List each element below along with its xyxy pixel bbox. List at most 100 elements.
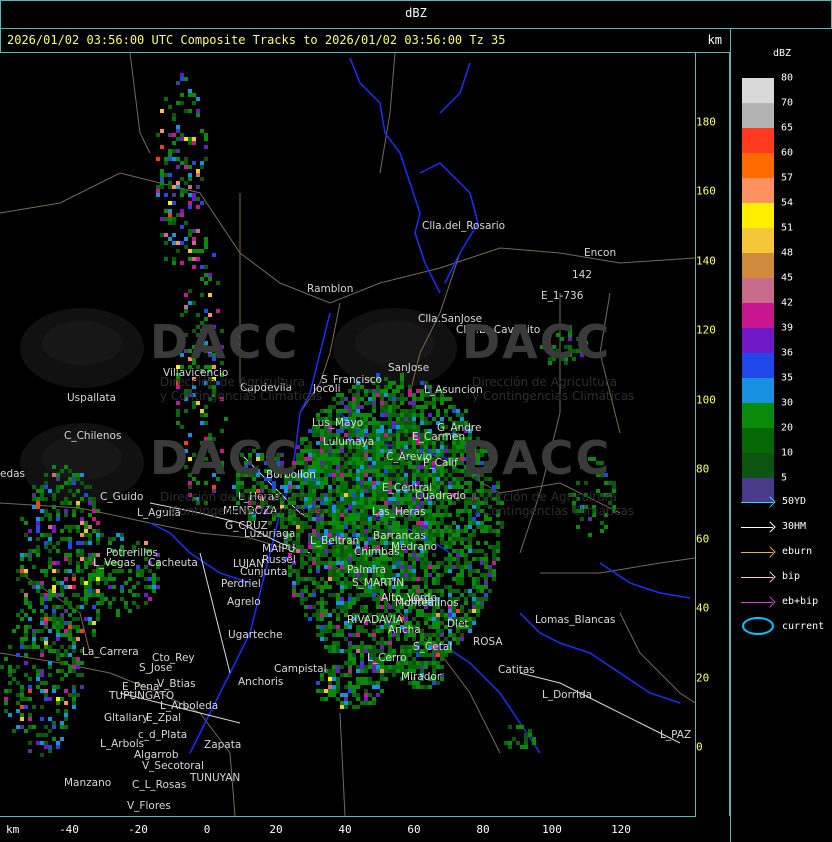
echo-pixel xyxy=(372,493,376,497)
echo-pixel xyxy=(440,517,444,521)
echo-pixel xyxy=(376,477,380,481)
echo-pixel xyxy=(188,193,192,197)
echo-pixel xyxy=(304,585,308,589)
echo-pixel xyxy=(444,449,448,453)
echo-pixel xyxy=(120,569,124,573)
echo-pixel xyxy=(332,641,336,645)
echo-pixel xyxy=(24,673,28,677)
echo-pixel xyxy=(356,525,360,529)
echo-pixel xyxy=(52,649,56,653)
echo-pixel xyxy=(408,385,412,389)
echo-pixel xyxy=(308,569,312,573)
echo-pixel xyxy=(432,633,436,637)
echo-pixel xyxy=(156,185,160,189)
echo-pixel xyxy=(444,525,448,529)
echo-pixel xyxy=(192,237,196,241)
map-header: 2026/01/02 03:56:00 UTC Composite Tracks… xyxy=(0,28,731,53)
echo-pixel xyxy=(196,249,200,253)
echo-pixel xyxy=(376,429,380,433)
echo-pixel xyxy=(36,553,40,557)
echo-pixel xyxy=(92,497,96,501)
echo-pixel xyxy=(332,453,336,457)
echo-pixel xyxy=(20,565,24,569)
echo-pixel xyxy=(172,141,176,145)
echo-pixel xyxy=(324,585,328,589)
echo-pixel xyxy=(348,505,352,509)
echo-pixel xyxy=(308,485,312,489)
echo-pixel xyxy=(88,533,92,537)
echo-pixel xyxy=(400,421,404,425)
echo-pixel xyxy=(376,393,380,397)
echo-pixel xyxy=(336,641,340,645)
echo-pixel xyxy=(384,433,388,437)
echo-pixel xyxy=(452,557,456,561)
echo-pixel xyxy=(64,717,68,721)
echo-pixel xyxy=(64,557,68,561)
echo-pixel xyxy=(28,529,32,533)
echo-pixel xyxy=(384,389,388,393)
echo-pixel xyxy=(352,597,356,601)
echo-pixel xyxy=(56,685,60,689)
echo-pixel xyxy=(308,617,312,621)
echo-pixel xyxy=(96,601,100,605)
echo-pixel xyxy=(388,569,392,573)
echo-pixel xyxy=(352,489,356,493)
echo-pixel xyxy=(456,557,460,561)
echo-pixel xyxy=(52,593,56,597)
echo-pixel xyxy=(448,541,452,545)
echo-pixel xyxy=(372,421,376,425)
echo-pixel xyxy=(404,637,408,641)
echo-pixel xyxy=(404,397,408,401)
radar-map[interactable]: Clla.del_Rosario Encon 142 E_1-736 Ramblon Cl… xyxy=(0,53,696,817)
echo-pixel xyxy=(20,589,24,593)
echo-pixel xyxy=(428,525,432,529)
echo-pixel xyxy=(208,273,212,277)
echo-pixel xyxy=(36,525,40,529)
echo-pixel xyxy=(36,733,40,737)
echo-pixel xyxy=(448,481,452,485)
echo-pixel xyxy=(408,389,412,393)
echo-pixel xyxy=(312,593,316,597)
echo-pixel xyxy=(376,433,380,437)
echo-pixel xyxy=(440,445,444,449)
echo-pixel xyxy=(148,585,152,589)
echo-pixel xyxy=(44,613,48,617)
echo-pixel xyxy=(188,249,192,253)
echo-pixel xyxy=(368,489,372,493)
echo-pixel xyxy=(340,633,344,637)
echo-pixel xyxy=(472,521,476,525)
echo-pixel xyxy=(352,393,356,397)
echo-pixel xyxy=(40,517,44,521)
echo-pixel xyxy=(32,581,36,585)
echo-pixel xyxy=(324,629,328,633)
echo-pixel xyxy=(68,477,72,481)
echo-pixel xyxy=(84,529,88,533)
echo-pixel xyxy=(44,645,48,649)
echo-pixel xyxy=(436,509,440,513)
echo-pixel xyxy=(336,625,340,629)
echo-pixel xyxy=(340,465,344,469)
echo-pixel xyxy=(52,493,56,497)
echo-pixel xyxy=(52,561,56,565)
echo-pixel xyxy=(456,609,460,613)
echo-pixel xyxy=(148,597,152,601)
echo-pixel xyxy=(456,481,460,485)
echo-pixel xyxy=(488,589,492,593)
echo-pixel xyxy=(476,581,480,585)
echo-pixel xyxy=(296,529,300,533)
echo-pixel xyxy=(376,469,380,473)
echo-pixel xyxy=(76,605,80,609)
echo-pixel xyxy=(400,429,404,433)
echo-pixel xyxy=(188,165,192,169)
echo-pixel xyxy=(72,477,76,481)
echo-pixel xyxy=(412,617,416,621)
echo-pixel xyxy=(200,409,204,413)
echo-pixel xyxy=(168,153,172,157)
echo-pixel xyxy=(180,213,184,217)
echo-pixel xyxy=(348,653,352,657)
echo-pixel xyxy=(452,521,456,525)
echo-pixel xyxy=(356,513,360,517)
echo-pixel xyxy=(376,425,380,429)
echo-pixel xyxy=(16,569,20,573)
echo-pixel xyxy=(316,449,320,453)
